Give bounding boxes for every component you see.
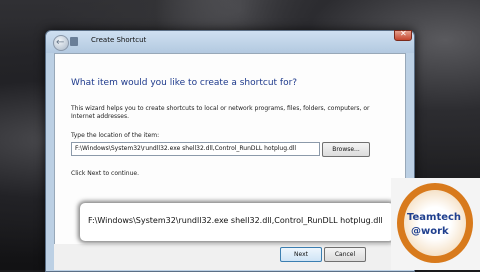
logo-text-line2: @work — [411, 226, 449, 237]
wizard-intro: This wizard helps you to create shortcut… — [71, 105, 370, 120]
cancel-button[interactable]: Cancel — [324, 247, 366, 262]
back-button[interactable]: ← — [53, 35, 69, 51]
location-input[interactable]: F:\Windows\System32\rundll32.exe shell32… — [71, 142, 320, 156]
next-button[interactable]: Next — [280, 247, 322, 262]
callout-text: F:\Windows\System32\rundll32.exe shell32… — [88, 216, 383, 225]
location-label: Type the location of the item: — [71, 132, 160, 139]
logo-ring-icon — [397, 183, 473, 263]
teamtech-logo: Teamtech @work — [391, 178, 480, 270]
wizard-heading: What item would you like to create a sho… — [71, 78, 298, 88]
zoomed-path-callout: F:\Windows\System32\rundll32.exe shell32… — [80, 203, 394, 241]
title-bar: ← Create Shortcut ✕ — [46, 29, 414, 53]
browse-button[interactable]: Browse... — [322, 142, 370, 157]
window-title: Create Shortcut — [91, 36, 147, 44]
continue-hint: Click Next to continue. — [71, 170, 140, 177]
shortcut-icon — [70, 37, 78, 46]
logo-text-line1: Teamtech — [407, 212, 462, 223]
back-arrow-icon: ← — [56, 37, 65, 48]
close-button[interactable]: ✕ — [394, 29, 412, 41]
close-icon: ✕ — [400, 29, 407, 38]
location-value: F:\Windows\System32\rundll32.exe shell32… — [75, 145, 297, 152]
